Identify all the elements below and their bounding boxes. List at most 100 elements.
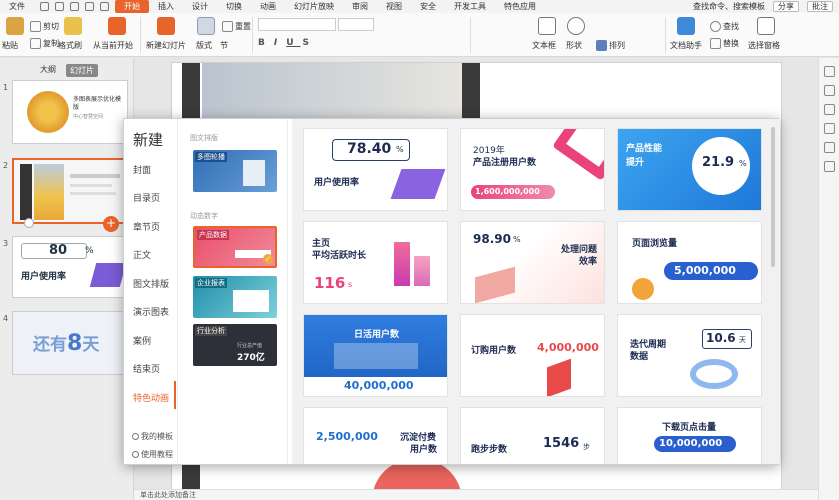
category-carousel[interactable]: 多图轮播 [193,150,277,192]
format-painter-button[interactable]: 格式刷 [58,40,82,51]
comment-button[interactable]: 批注 [807,1,833,12]
nav-chart[interactable]: 演示图表 [133,305,169,318]
nav-image-text[interactable]: 图文排版 [133,277,169,290]
animation-icon[interactable] [823,85,835,96]
category-label: 产品数据 [197,230,229,240]
arrange-button[interactable]: 排列 [596,40,625,51]
nav-special-animation[interactable]: 特色动画 [133,391,169,404]
tab-slides[interactable]: 幻灯片 [66,64,98,77]
reset-button[interactable]: 重置 [222,21,251,32]
tutorial-link[interactable]: 使用教程 [132,449,173,460]
template-card-6[interactable]: 页面浏览量 5,000,000 [617,221,762,304]
tab-transition[interactable]: 切换 [217,0,251,13]
tab-insert[interactable]: 插入 [149,0,183,13]
slide-thumb-4[interactable]: 还有8天 [12,311,128,375]
tab-animation[interactable]: 动画 [251,0,285,13]
slide-thumb-3[interactable]: 80 % 用户使用率 [12,236,128,298]
slide-thumb-2[interactable]: + [12,158,128,232]
notes-bar[interactable]: 单击此处添加备注 [134,489,818,500]
add-slide-icon[interactable]: + [103,216,119,232]
copy-button[interactable]: 复制 [30,38,59,49]
tab-security[interactable]: 安全 [411,0,445,13]
strikethrough-icon[interactable]: S [303,38,316,48]
undo-icon[interactable] [85,2,94,11]
textbox-button[interactable]: 文本框 [532,40,556,51]
nav-ending[interactable]: 结束页 [133,362,160,375]
replace-button[interactable]: 替换 [710,38,739,49]
share-button[interactable]: 分享 [773,1,799,12]
layout-icon[interactable] [197,17,215,35]
shape-button[interactable]: 形状 [566,40,582,51]
cut-button[interactable]: 剪切 [30,21,59,32]
gear-icon[interactable] [823,123,835,134]
help-icon[interactable] [823,142,835,153]
new-slide-button[interactable]: 新建幻灯片 [146,40,186,51]
shape-icon[interactable] [567,17,585,35]
from-current-button[interactable]: 从当前开始 [93,40,133,51]
save-icon[interactable] [40,2,49,11]
play-icon[interactable] [24,218,34,228]
select-pane-button[interactable]: 选择窗格 [748,40,780,51]
cut-label: 剪切 [43,22,59,31]
bold-icon[interactable]: B [258,38,272,48]
tab-slideshow[interactable]: 幻灯片放映 [285,0,343,13]
template-card-10[interactable]: 2,500,000 沉淀付费 用户数 [303,407,448,464]
doc-assistant-button[interactable]: 文档助手 [670,40,702,51]
category-product-data[interactable]: 产品数据 ✓ [193,226,277,268]
category-enterprise-report[interactable]: 企业报表 [193,276,277,318]
template-card-8[interactable]: 订购用户数 4,000,000 [460,314,605,397]
tab-features[interactable]: 特色应用 [495,0,545,13]
font-family-select[interactable] [258,18,336,31]
template-card-5[interactable]: 98.90 % 处理问题 效率 [460,221,605,304]
tab-view[interactable]: 视图 [377,0,411,13]
template-card-4[interactable]: 主页 平均活跃时长 116 s [303,221,448,304]
tab-design[interactable]: 设计 [183,0,217,13]
template-card-1[interactable]: 78.40 % 用户使用率 [303,128,448,211]
template-card-3[interactable]: 产品性能 提升 21.9 % [617,128,762,211]
tab-start[interactable]: 开始 [115,0,149,13]
style-icon[interactable] [823,66,835,77]
lighthouse-image [243,160,265,186]
select-pane-icon[interactable] [757,17,775,35]
print-icon[interactable] [55,2,64,11]
template-card-7[interactable]: 日活用户数 40,000,000 [303,314,448,397]
format-painter-icon[interactable] [64,17,82,35]
find-button[interactable]: 查找 [710,21,739,32]
tab-outline[interactable]: 大纲 [40,64,56,77]
font-size-select[interactable] [338,18,374,31]
property-icon[interactable] [823,104,835,115]
nav-case[interactable]: 案例 [133,334,151,347]
nav-cover[interactable]: 封面 [133,163,151,176]
section-button[interactable]: 节 [220,40,228,51]
card-value: 40,000,000 [344,379,414,392]
template-grid-scrollbar[interactable] [771,127,775,267]
text-format-buttons[interactable]: BIUS [258,38,316,48]
filmstrip-left [182,63,200,123]
new-slide-icon[interactable] [157,17,175,35]
redo-icon[interactable] [100,2,109,11]
my-templates-link[interactable]: 我的模板 [132,431,173,442]
template-card-2[interactable]: 2019年 产品注册用户数 1,600,000,000 [460,128,605,211]
preview-icon[interactable] [70,2,79,11]
tab-developer[interactable]: 开发工具 [445,0,495,13]
share-icon[interactable] [823,161,835,172]
play-icon[interactable] [108,17,126,35]
nav-body[interactable]: 正文 [133,248,151,261]
template-card-11[interactable]: 跑步步数 1546 步 [460,407,605,464]
category-industry-analysis[interactable]: 行业分析 行业总产值 270亿 [193,324,277,366]
layout-button[interactable]: 版式 [196,40,212,51]
textbox-icon[interactable] [538,17,556,35]
template-card-9[interactable]: 迭代周期 数据 10.6 天 [617,314,762,397]
paste-button[interactable]: 粘贴 [2,40,18,51]
nav-chapter[interactable]: 章节页 [133,220,160,233]
file-menu[interactable]: 文件 [0,0,34,13]
nav-contents[interactable]: 目录页 [133,191,160,204]
template-card-12[interactable]: 下载页点击量 10,000,000 [617,407,762,464]
underline-icon[interactable]: U [286,38,300,48]
tab-review[interactable]: 审阅 [343,0,377,13]
italic-icon[interactable]: I [274,38,284,48]
slide-thumb-1[interactable]: 多图表展示优化模版 中心智慧空间 [12,80,128,144]
paste-icon[interactable] [6,17,24,35]
doc-assistant-icon[interactable] [677,17,695,35]
command-search[interactable]: 查找命令、搜索模板 [693,1,765,12]
